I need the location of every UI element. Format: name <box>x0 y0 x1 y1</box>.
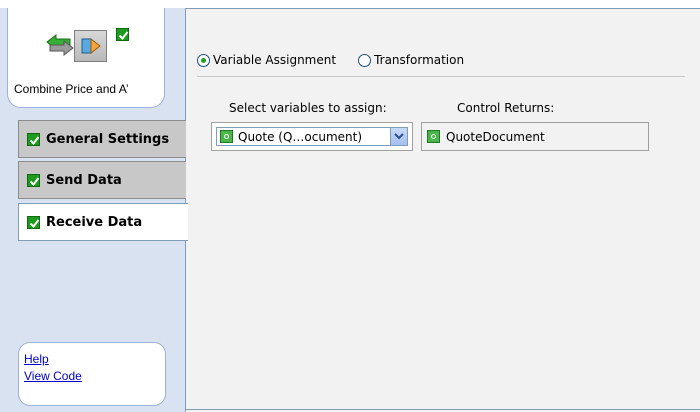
help-panel: Help View Code <box>18 342 166 406</box>
variable-icon <box>220 130 233 143</box>
radio-label[interactable]: Variable Assignment <box>213 53 336 67</box>
right-pane <box>185 8 700 412</box>
tab-receive-data[interactable]: Receive Data <box>18 203 188 241</box>
swap-arrows-icon <box>44 32 76 58</box>
activity-name: Combine Price and A’ <box>14 82 129 96</box>
control-returns-header: Control Returns: <box>457 101 555 115</box>
radio-variable-assignment[interactable] <box>197 53 210 67</box>
variable-select-frame: Quote (Q…ocument) <box>211 122 413 151</box>
tab-send-data[interactable]: Send Data <box>18 161 186 199</box>
control-return-field: QuoteDocument <box>421 122 649 151</box>
control-return-value: QuoteDocument <box>446 129 545 144</box>
radio-label[interactable]: Transformation <box>374 53 464 67</box>
top-strip <box>0 0 700 8</box>
transform-ab-icon <box>74 30 107 62</box>
help-link[interactable]: Help <box>24 351 165 368</box>
radio-transformation[interactable] <box>358 53 372 67</box>
pane-bottom-border <box>185 409 700 410</box>
check-icon <box>27 173 40 187</box>
mode-radio-group: Variable Assignment Transformation <box>197 53 464 67</box>
check-icon <box>27 215 40 229</box>
tab-general-settings[interactable]: General Settings <box>18 120 186 158</box>
chevron-down-icon[interactable] <box>390 128 407 145</box>
tab-label: Receive Data <box>46 214 143 230</box>
activity-card[interactable]: Combine Price and A’ <box>7 8 165 108</box>
tab-label: Send Data <box>46 172 122 188</box>
tab-label: General Settings <box>46 131 170 147</box>
variable-icon <box>427 130 440 143</box>
check-icon <box>116 28 129 41</box>
variable-select[interactable]: Quote (Q…ocument) <box>216 127 408 146</box>
check-icon <box>27 132 40 146</box>
divider <box>197 76 685 77</box>
select-variables-header: Select variables to assign: <box>229 101 387 115</box>
selected-variable: Quote (Q…ocument) <box>238 129 363 144</box>
view-code-link[interactable]: View Code <box>24 368 165 385</box>
